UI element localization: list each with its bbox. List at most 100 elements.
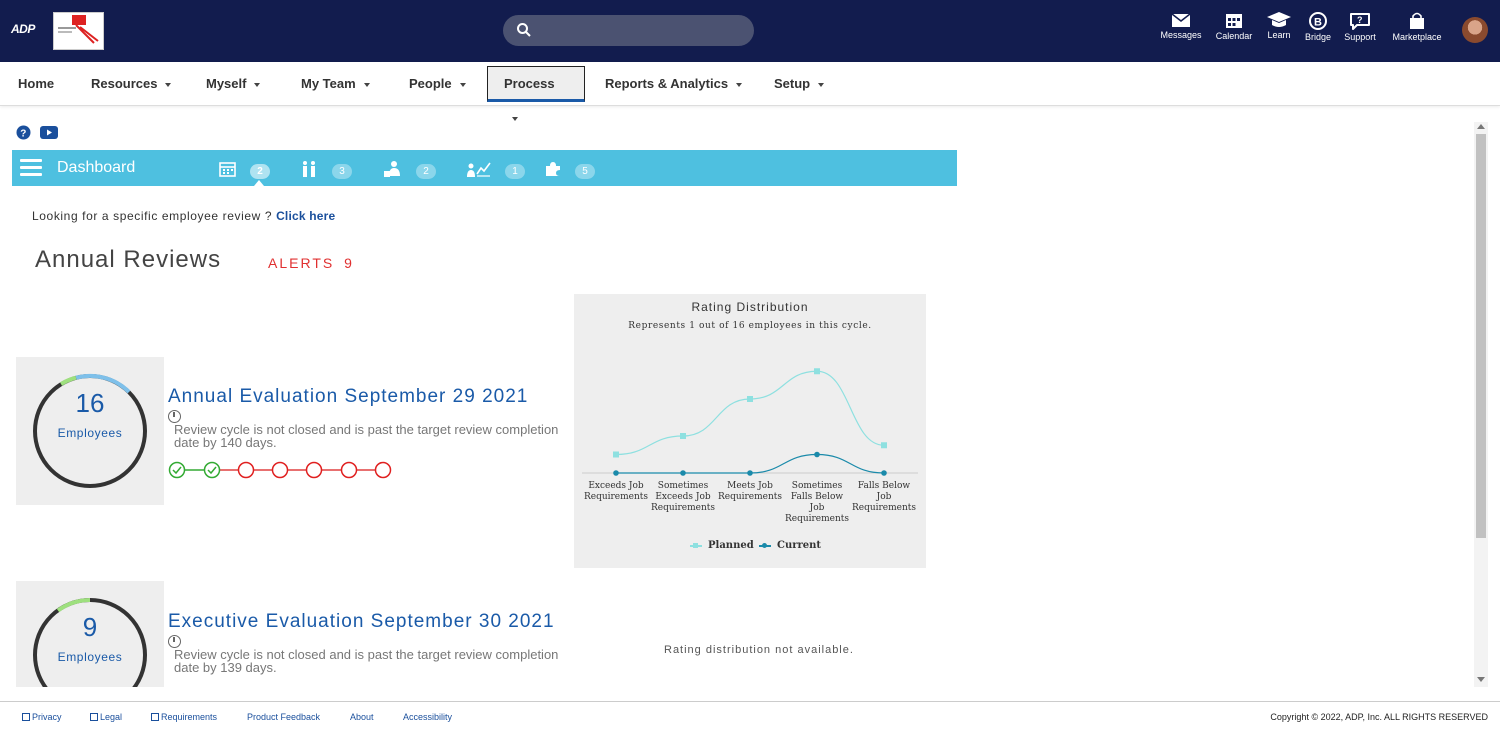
growth-chart-icon[interactable] — [467, 160, 491, 178]
tab-count-badge[interactable]: 2 — [416, 164, 436, 179]
employee-count-ring[interactable]: 16 Employees — [16, 357, 164, 505]
messages-label: Messages — [1160, 30, 1202, 40]
caret-down-icon — [459, 82, 466, 87]
nav-home[interactable]: Home — [18, 62, 54, 106]
bridge-icon: B — [1309, 12, 1327, 30]
step-complete-icon[interactable] — [168, 461, 186, 479]
rating-distribution-chart: Rating Distribution Represents 1 out of … — [574, 294, 926, 568]
people-icon[interactable] — [300, 160, 318, 178]
copyright-text: Copyright © 2022, ADP, Inc. ALL RIGHTS R… — [1270, 712, 1488, 722]
learn-button[interactable]: Learn — [1263, 12, 1295, 40]
tab-count-badge[interactable]: 2 — [250, 164, 270, 179]
x-tick-label-line: Job — [876, 492, 892, 502]
data-point-current[interactable] — [613, 470, 619, 476]
caret-down-icon — [736, 82, 743, 87]
puzzle-icon[interactable] — [544, 160, 562, 178]
x-tick-label-line: Sometimes — [657, 481, 709, 491]
active-tab-pointer — [254, 180, 264, 186]
legend-swatch — [759, 542, 771, 548]
x-tick-label-line: Exceeds Job — [655, 492, 711, 502]
step-incomplete-icon[interactable] — [271, 461, 289, 479]
x-tick-label-line: Falls Below — [790, 492, 844, 502]
footer-link-about[interactable]: About — [350, 712, 374, 722]
chart-plot — [582, 368, 918, 476]
alerts-count: 9 — [344, 255, 354, 271]
svg-text:?: ? — [1357, 15, 1363, 25]
footer-link-product-feedback[interactable]: Product Feedback — [247, 712, 320, 722]
shopping-bag-icon — [1410, 12, 1424, 29]
footer-link-accessibility[interactable]: Accessibility — [403, 712, 452, 722]
nav-people[interactable]: People — [409, 62, 466, 106]
tab-count-badge[interactable]: 5 — [575, 164, 595, 179]
alerts-link[interactable]: ALERTS 9 — [268, 255, 354, 271]
employee-count: 16 — [75, 388, 105, 418]
main-nav: Home Resources Myself My Team People Pro… — [0, 62, 1500, 121]
search-input[interactable] — [503, 15, 754, 46]
calendar-icon[interactable] — [219, 160, 237, 178]
support-button[interactable]: ? Support — [1340, 12, 1380, 42]
x-tick-label: Exceeds Job Requirements — [583, 481, 649, 503]
help-icon[interactable]: ? — [16, 125, 31, 140]
marketplace-button[interactable]: Marketplace — [1388, 12, 1446, 42]
user-avatar[interactable] — [1462, 17, 1488, 43]
calendar-button[interactable]: Calendar — [1212, 12, 1256, 41]
scroll-down-arrow-icon[interactable] — [1477, 677, 1485, 682]
video-icon[interactable] — [40, 126, 58, 139]
hamburger-menu-icon[interactable] — [20, 159, 42, 176]
footer-link-privacy[interactable]: Privacy — [22, 712, 62, 722]
x-tick-label-line: Requirements — [583, 492, 649, 502]
data-point-current[interactable] — [881, 470, 887, 476]
messages-button[interactable]: Messages — [1158, 12, 1204, 40]
calendar-label: Calendar — [1215, 31, 1253, 41]
footer-link-requirements[interactable]: Requirements — [151, 712, 217, 722]
step-incomplete-icon[interactable] — [374, 461, 392, 479]
nav-setup[interactable]: Setup — [774, 62, 825, 106]
data-point-planned[interactable] — [814, 368, 820, 375]
search-icon — [517, 23, 531, 37]
legend-label: Planned — [708, 540, 754, 551]
legend-label: Current — [777, 540, 822, 551]
nav-reports-analytics[interactable]: Reports & Analytics — [605, 62, 743, 106]
click-here-link[interactable]: Click here — [276, 209, 335, 223]
data-point-planned[interactable] — [747, 396, 753, 402]
step-complete-icon[interactable] — [203, 461, 221, 479]
nav-my-team[interactable]: My Team — [301, 62, 370, 106]
employee-count-ring[interactable]: 9 Employees — [16, 581, 164, 687]
data-point-planned[interactable] — [613, 451, 619, 458]
step-incomplete-icon[interactable] — [237, 461, 255, 479]
bridge-label: Bridge — [1304, 32, 1331, 42]
review-cycle-title[interactable]: Executive Evaluation September 30 2021 — [168, 611, 555, 633]
data-point-planned[interactable] — [881, 442, 887, 449]
x-tick-label-line: Requirements — [851, 503, 917, 513]
person-puzzle-icon[interactable] — [383, 160, 401, 178]
legend-item-planned[interactable]: Planned — [690, 540, 754, 551]
learn-label: Learn — [1267, 30, 1291, 40]
footer-link-legal[interactable]: Legal — [90, 712, 122, 722]
step-incomplete-icon[interactable] — [340, 461, 358, 479]
rating-distribution-unavailable: Rating distribution not available. — [664, 644, 854, 656]
external-link-icon — [22, 713, 30, 721]
scrollbar-thumb[interactable] — [1476, 134, 1486, 538]
tab-count-badge[interactable]: 1 — [505, 164, 525, 179]
legend-item-current[interactable]: Current — [759, 540, 821, 551]
svg-text:?: ? — [20, 129, 26, 140]
data-point-planned[interactable] — [680, 433, 686, 439]
data-point-current[interactable] — [814, 451, 820, 458]
x-tick-label: Sometimes Exceeds Job Requirements — [650, 481, 716, 514]
x-tick-label-line: Exceeds Job — [588, 481, 644, 491]
tab-count-badge[interactable]: 3 — [332, 164, 352, 179]
caret-down-icon — [363, 82, 370, 87]
nav-process[interactable]: Process — [487, 66, 585, 121]
adp-logo[interactable]: ADP — [11, 22, 43, 38]
bridge-button[interactable]: B Bridge — [1300, 12, 1336, 42]
nav-resources[interactable]: Resources — [91, 62, 172, 106]
status-line: date by 139 days. — [174, 660, 277, 675]
review-cycle-title[interactable]: Annual Evaluation September 29 2021 — [168, 386, 528, 408]
x-tick-label-line: Requirements — [650, 503, 716, 513]
data-point-current[interactable] — [680, 470, 686, 476]
scroll-up-arrow-icon[interactable] — [1477, 124, 1485, 129]
step-incomplete-icon[interactable] — [305, 461, 323, 479]
data-point-current[interactable] — [747, 470, 753, 476]
nav-myself[interactable]: Myself — [206, 62, 261, 106]
lookup-text: Looking for a specific employee review ? — [32, 209, 273, 223]
